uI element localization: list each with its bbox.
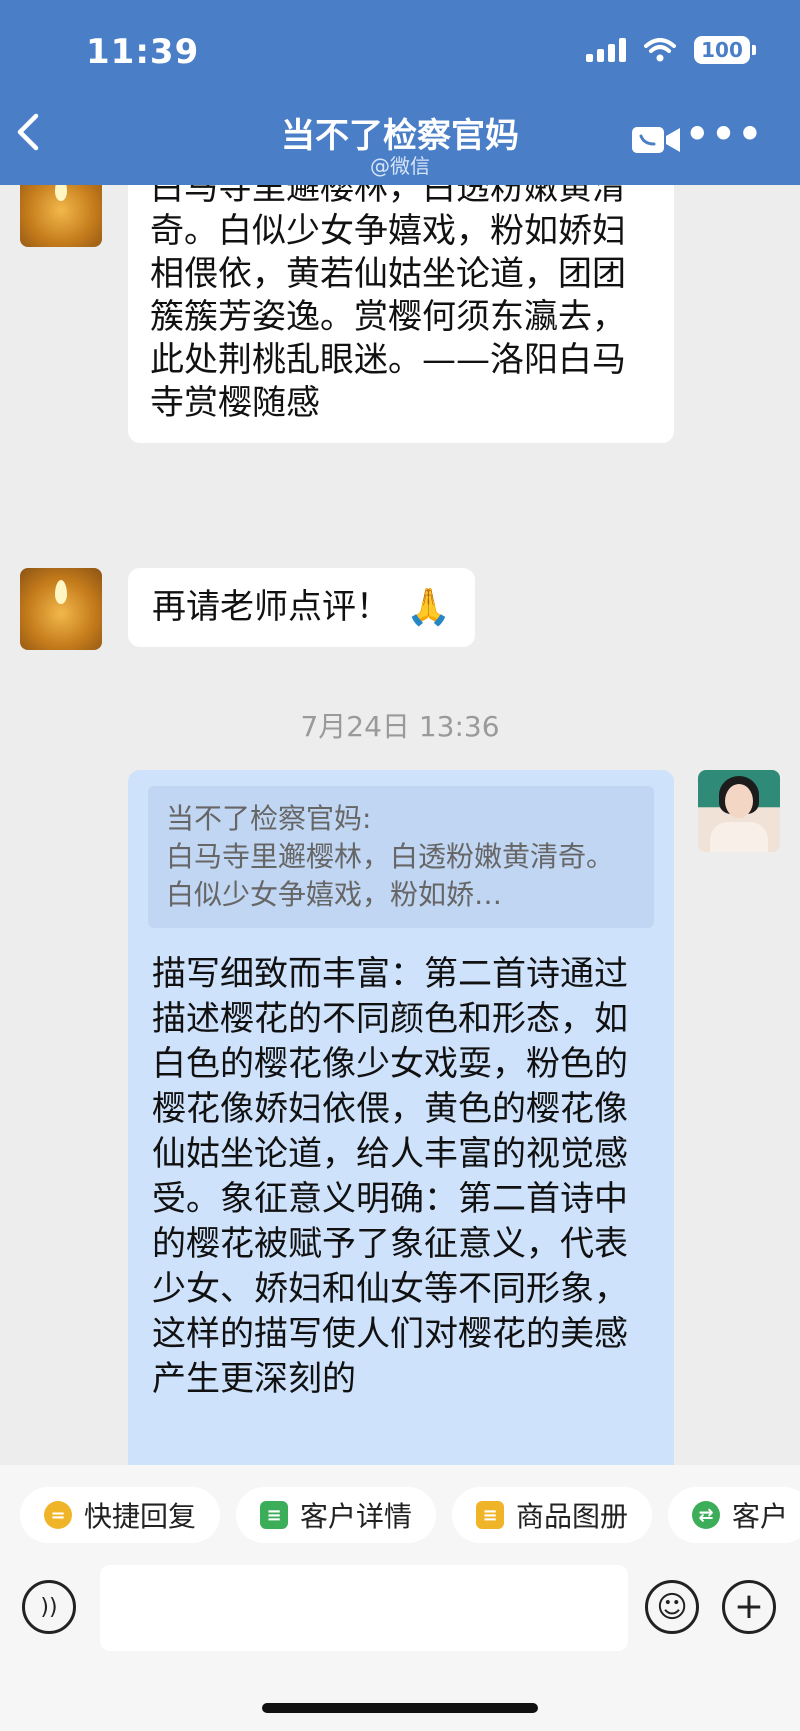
chat-header: 11:39 100 当不了检察官妈 @微信 •••: [0, 0, 800, 185]
avatar-teacher[interactable]: [698, 770, 780, 852]
video-camera-icon: [632, 127, 680, 153]
home-indicator[interactable]: [262, 1703, 538, 1713]
more-button[interactable]: •••: [685, 115, 764, 153]
message-bubble-reply[interactable]: 当不了检察官妈: 白马寺里邂樱林，白透粉嫩黄清奇。白似少女争嬉戏，粉如娇… 描写…: [128, 770, 674, 1465]
chat-messages[interactable]: 白马寺里邂樱林，白透粉嫩黄清奇。白似少女争嬉戏，粉如娇妇相偎依，黄若仙姑坐论道，…: [0, 185, 800, 1465]
catalog-icon: ≡: [476, 1501, 505, 1529]
video-call-button[interactable]: [630, 124, 682, 156]
status-time: 11:39: [86, 32, 200, 72]
reply-text: 描写细致而丰富：第二首诗通过描述樱花的不同颜色和形态，如白色的樱花像少女戏耍，粉…: [152, 954, 628, 1399]
quote-sender: 当不了检察官妈:: [166, 802, 372, 835]
message-bubble-poem[interactable]: 白马寺里邂樱林，白透粉嫩黄清奇。白似少女争嬉戏，粉如娇妇相偎依，黄若仙姑坐论道，…: [128, 185, 674, 443]
plus-icon: +: [733, 1586, 765, 1627]
quick-action-bar: = 快捷回复 ≡ 客户详情 ≡ 商品图册 ⇄ 客户: [0, 1465, 800, 1565]
customer-transfer-icon: ⇄: [692, 1501, 721, 1529]
quick-reply-button[interactable]: = 快捷回复: [20, 1487, 221, 1543]
voice-button[interactable]: )): [22, 1580, 76, 1634]
plus-button[interactable]: +: [722, 1580, 776, 1634]
quote-text: 白马寺里邂樱林，白透粉嫩黄清奇。白似少女争嬉戏，粉如娇…: [166, 840, 615, 911]
emoji-button[interactable]: ☺: [645, 1580, 699, 1634]
product-catalog-button[interactable]: ≡ 商品图册: [452, 1487, 653, 1543]
battery-icon: 100: [694, 36, 756, 64]
input-bar: )) ☺ +: [0, 1565, 800, 1731]
emoji-icon: ☺: [656, 1589, 688, 1625]
avatar-sender[interactable]: [20, 568, 102, 650]
voice-icon: )): [40, 1594, 58, 1620]
signal-icon: [586, 38, 626, 62]
status-icons: 100: [586, 36, 756, 64]
quoted-message[interactable]: 当不了检察官妈: 白马寺里邂樱林，白透粉嫩黄清奇。白似少女争嬉戏，粉如娇…: [148, 786, 654, 928]
quick-reply-icon: =: [44, 1501, 72, 1529]
customer-transfer-button[interactable]: ⇄ 客户: [668, 1487, 800, 1543]
pray-emoji-icon: 🙏: [406, 587, 451, 628]
message-input[interactable]: [100, 1565, 628, 1651]
wifi-icon: [644, 38, 676, 62]
more-dots-icon: •••: [685, 112, 764, 156]
customer-details-button[interactable]: ≡ 客户详情: [236, 1487, 437, 1543]
message-bubble-request[interactable]: 再请老师点评！ 🙏: [128, 568, 475, 647]
message-timestamp: 7月24日 13:36: [300, 710, 500, 743]
avatar-sender[interactable]: [20, 185, 102, 247]
request-text: 再请老师点评！: [152, 587, 390, 627]
customer-icon: ≡: [260, 1501, 289, 1529]
